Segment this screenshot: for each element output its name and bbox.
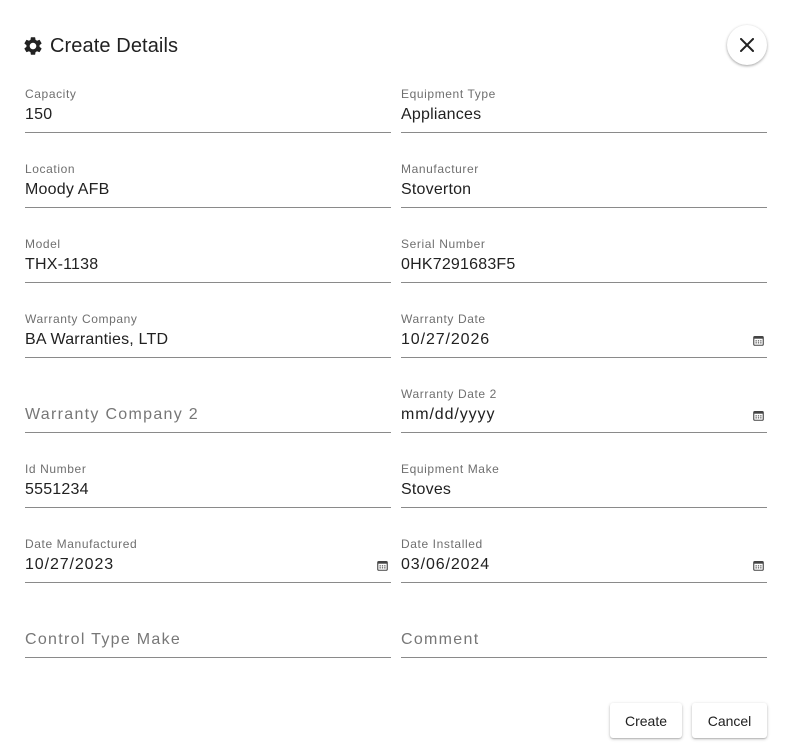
close-button[interactable]	[727, 25, 767, 65]
serial-number-field[interactable]: Serial Number 0HK7291683F5	[401, 225, 767, 283]
warranty-company-2-placeholder: Warranty Company 2	[25, 406, 199, 423]
warranty-date-value: 10/27/2026	[401, 331, 491, 348]
location-value: Moody AFB	[25, 181, 110, 198]
calendar-icon[interactable]	[753, 335, 764, 346]
dialog-title: Create Details	[50, 34, 179, 57]
model-field[interactable]: Model THX-1138	[25, 225, 391, 283]
equipment-type-field[interactable]: Equipment Type Appliances	[401, 75, 767, 133]
calendar-icon[interactable]	[753, 560, 764, 571]
equipment-type-value: Appliances	[401, 106, 482, 123]
serial-number-value: 0HK7291683F5	[401, 256, 516, 273]
equipment-type-label: Equipment Type	[401, 87, 496, 101]
date-manufactured-field[interactable]: Date Manufactured 10/27/2023	[25, 525, 391, 583]
manufacturer-label: Manufacturer	[401, 162, 479, 176]
dialog-header: Create Details	[22, 33, 178, 59]
id-number-value: 5551234	[25, 481, 89, 498]
date-installed-value: 03/06/2024	[401, 556, 491, 573]
model-value: THX-1138	[25, 256, 99, 273]
id-number-field[interactable]: Id Number 5551234	[25, 450, 391, 508]
calendar-icon[interactable]	[753, 410, 764, 421]
manufacturer-field[interactable]: Manufacturer Stoverton	[401, 150, 767, 208]
id-number-label: Id Number	[25, 462, 87, 476]
warranty-date-2-field[interactable]: Warranty Date 2 mm/dd/yyyy	[401, 375, 767, 433]
date-installed-field[interactable]: Date Installed 03/06/2024	[401, 525, 767, 583]
warranty-company-value: BA Warranties, LTD	[25, 331, 169, 348]
warranty-company-field[interactable]: Warranty Company BA Warranties, LTD	[25, 300, 391, 358]
date-manufactured-label: Date Manufactured	[25, 537, 138, 551]
warranty-date-2-label: Warranty Date 2	[401, 387, 497, 401]
control-type-make-field[interactable]: Control Type Make	[25, 600, 391, 658]
equipment-make-label: Equipment Make	[401, 462, 500, 476]
close-icon	[740, 38, 754, 52]
date-manufactured-value: 10/27/2023	[25, 556, 115, 573]
serial-number-label: Serial Number	[401, 237, 486, 251]
equipment-make-field[interactable]: Equipment Make Stoves	[401, 450, 767, 508]
date-installed-label: Date Installed	[401, 537, 483, 551]
warranty-date-label: Warranty Date	[401, 312, 486, 326]
cancel-button[interactable]: Cancel	[692, 703, 767, 738]
create-button[interactable]: Create	[610, 703, 682, 738]
comment-field[interactable]: Comment	[401, 600, 767, 658]
calendar-icon[interactable]	[377, 560, 388, 571]
control-type-make-placeholder: Control Type Make	[25, 631, 182, 648]
capacity-field[interactable]: Capacity 150	[25, 75, 391, 133]
location-label: Location	[25, 162, 76, 176]
gear-icon	[24, 37, 42, 55]
location-field[interactable]: Location Moody AFB	[25, 150, 391, 208]
manufacturer-value: Stoverton	[401, 181, 472, 198]
comment-placeholder: Comment	[401, 631, 480, 648]
warranty-company-2-field[interactable]: Warranty Company 2	[25, 375, 391, 433]
equipment-make-value: Stoves	[401, 481, 452, 498]
capacity-label: Capacity	[25, 87, 77, 101]
model-label: Model	[25, 237, 61, 251]
warranty-date-field[interactable]: Warranty Date 10/27/2026	[401, 300, 767, 358]
warranty-company-label: Warranty Company	[25, 312, 138, 326]
capacity-value: 150	[25, 106, 53, 123]
warranty-date-2-placeholder: mm/dd/yyyy	[401, 406, 496, 423]
